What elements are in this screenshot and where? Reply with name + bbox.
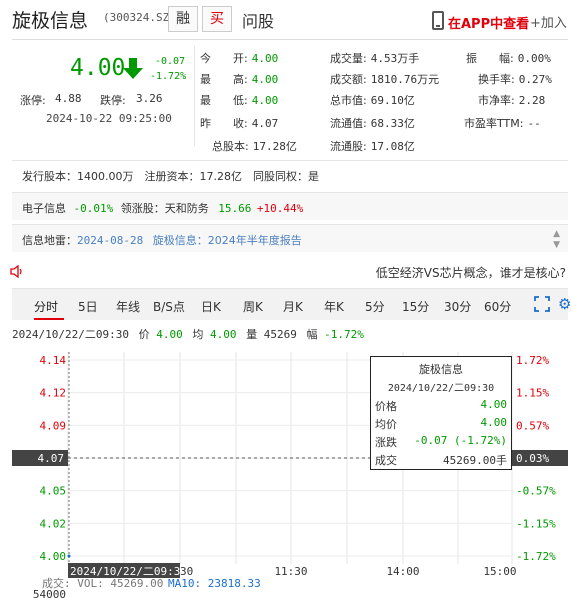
- add-watchlist-button[interactable]: +加入: [530, 12, 567, 31]
- info-volume: 45269: [263, 328, 297, 341]
- info-mine: 信息地雷：2024-08-28 旋极信息：2024年半年度报告: [22, 232, 302, 248]
- crosshair-tooltip: 旋极信息 2024/10/22/二09:30 价格 4.00 均价 4.00 涨…: [370, 356, 512, 470]
- crosshair-pct-label: 0.03%: [516, 452, 549, 465]
- tab-yearly-k[interactable]: 年K: [324, 298, 344, 315]
- total-equity: 总股本: 17.28亿: [212, 140, 297, 153]
- stock-name: 旋极信息: [12, 10, 89, 32]
- leader-label: 领涨股：: [120, 202, 165, 215]
- y-tick-right: 1.15%: [516, 387, 549, 400]
- margin-trading-button[interactable]: 融: [168, 6, 198, 32]
- x-tick: 11:30: [274, 565, 307, 578]
- turnover-rate: 换手率: 0.27%: [478, 73, 552, 86]
- tab-monthly-k[interactable]: 月K: [283, 298, 303, 315]
- y-tick-right: -1.15%: [516, 517, 556, 530]
- info-time: 2024/10/22/二09:30: [12, 328, 129, 341]
- tab-daily-k[interactable]: 日K: [201, 298, 221, 315]
- stock-header: 旋极信息 (300324.SZ) 融 买 问股 在APP中查看 +加入: [0, 0, 572, 40]
- tab-weekly-k[interactable]: 周K: [243, 298, 263, 315]
- phone-icon: [432, 11, 444, 30]
- info-mine-label: 信息地雷：: [22, 234, 77, 247]
- info-mine-text: 旋极信息：2024年半年度报告: [152, 234, 302, 247]
- tooltip-title: 旋极信息: [419, 363, 463, 376]
- speaker-icon: [10, 265, 22, 278]
- crosshair-price-label: 4.07: [38, 452, 65, 465]
- open-price: 今 开: 4.00: [200, 52, 279, 65]
- high-price: 最 高: 4.00: [200, 73, 279, 86]
- issue-info-row: 发行股本：1400.00万 注册资本：17.28亿 同股同权：是: [12, 160, 568, 188]
- sector-row[interactable]: 电子信息 -0.01% 领涨股：天和防务 15.66 +10.44%: [12, 192, 568, 220]
- turnover-amount: 成交额: 1810.76万元: [330, 73, 440, 86]
- chart-period-tabs: 分时 5日 年线 B/S点 日K 周K 月K 年K 5分 15分 30分 60分…: [12, 288, 571, 320]
- tab-intraday[interactable]: 分时: [34, 298, 58, 315]
- arrow-down-icon: [123, 58, 143, 79]
- limit-up-value: 4.88: [55, 92, 82, 105]
- x-tick: 15:00: [483, 565, 516, 578]
- info-amplitude: -1.72%: [324, 328, 364, 341]
- open-in-app-link[interactable]: 在APP中查看: [448, 13, 529, 32]
- chart-info-line: 2024/10/22/二09:30 价 4.00 均 4.00 量 45269 …: [12, 328, 364, 341]
- active-tab-indicator: [34, 318, 64, 320]
- y-tick-right: -0.57%: [516, 485, 556, 498]
- stock-code: (300324.SZ): [103, 11, 176, 24]
- market-cap: 总市值: 69.10亿: [330, 94, 415, 107]
- limit-up-label: 涨停:: [20, 94, 46, 107]
- y-tick-left: 4.05: [40, 485, 67, 498]
- sector-name: 电子信息: [22, 202, 66, 215]
- sector-change: -0.01%: [73, 202, 114, 215]
- fullscreen-icon[interactable]: [534, 296, 550, 312]
- tab-year-line[interactable]: 年线: [116, 298, 140, 315]
- gear-icon[interactable]: ⚙: [558, 295, 571, 313]
- low-price: 最 低: 4.00: [200, 94, 279, 107]
- volume: 成交量: 4.53万手: [330, 52, 420, 65]
- y-tick-left: 4.12: [40, 387, 67, 400]
- info-mine-row[interactable]: 信息地雷：2024-08-28 旋极信息：2024年半年度报告 ▲ ▼: [12, 224, 568, 252]
- price-point: [67, 554, 71, 558]
- y-tick-right: 0.57%: [516, 419, 549, 432]
- float-equity: 流通股: 17.08亿: [330, 140, 415, 153]
- tab-5min[interactable]: 5分: [365, 298, 385, 315]
- info-price: 4.00: [156, 328, 183, 341]
- leader-name: 天和防务: [164, 202, 209, 215]
- leader-change: +10.44%: [256, 202, 304, 215]
- float-market-cap: 流通值: 68.33亿: [330, 117, 415, 130]
- limit-down-value: 3.26: [136, 92, 163, 105]
- scroll-up-icon[interactable]: ▲: [553, 229, 560, 239]
- issue-info-text: 发行股本：1400.00万 注册资本：17.28亿 同股同权：是: [22, 170, 319, 183]
- tab-30min[interactable]: 30分: [444, 298, 471, 315]
- pe-ttm: 市盈率TTM: --: [464, 117, 541, 130]
- y-tick-right: 1.72%: [516, 354, 549, 367]
- tab-5day[interactable]: 5日: [78, 298, 98, 315]
- quote-divider: [194, 46, 195, 146]
- sector-info: 电子信息 -0.01% 领涨股：天和防务 15.66 +10.44%: [22, 200, 303, 216]
- price-change: -0.07: [155, 56, 186, 67]
- info-mine-date: 2024-08-28: [77, 234, 144, 247]
- current-price: 4.00: [70, 55, 126, 81]
- y-tick-left: 4.02: [40, 517, 67, 530]
- quote-timestamp: 2024-10-22 09:25:00: [46, 112, 172, 125]
- buy-button[interactable]: 买: [202, 6, 232, 32]
- tab-15min[interactable]: 15分: [402, 298, 429, 315]
- tab-60min[interactable]: 60分: [484, 298, 511, 315]
- volume-max-label: 54000: [33, 588, 66, 598]
- header-divider: [12, 39, 568, 40]
- y-tick-left: 4.00: [40, 550, 67, 563]
- scroll-down-icon[interactable]: ▼: [553, 240, 560, 250]
- leader-price: 15.66: [218, 202, 252, 215]
- y-tick-left: 4.09: [40, 419, 67, 432]
- prev-close: 昨 收: 4.07: [200, 117, 279, 130]
- amplitude: 振 幅: 0.00%: [466, 52, 551, 65]
- ma10-label: MA10: 23818.33: [168, 577, 261, 590]
- tooltip-time: 2024/10/22/二09:30: [387, 383, 495, 394]
- y-tick-right: -1.72%: [516, 550, 556, 563]
- notice-link[interactable]: 低空经济VS芯片概念，谁才是核心?: [376, 264, 566, 281]
- info-avg: 4.00: [209, 328, 237, 341]
- price-change-percent: -1.72%: [150, 71, 187, 82]
- tab-bs-points[interactable]: B/S点: [153, 298, 185, 315]
- ask-stock-link[interactable]: 问股: [242, 8, 274, 32]
- x-tick: 14:00: [386, 565, 419, 578]
- y-tick-left: 4.14: [40, 354, 67, 367]
- pb-ratio: 市净率: 2.28: [478, 94, 546, 107]
- limit-down-label: 跌停:: [100, 94, 126, 107]
